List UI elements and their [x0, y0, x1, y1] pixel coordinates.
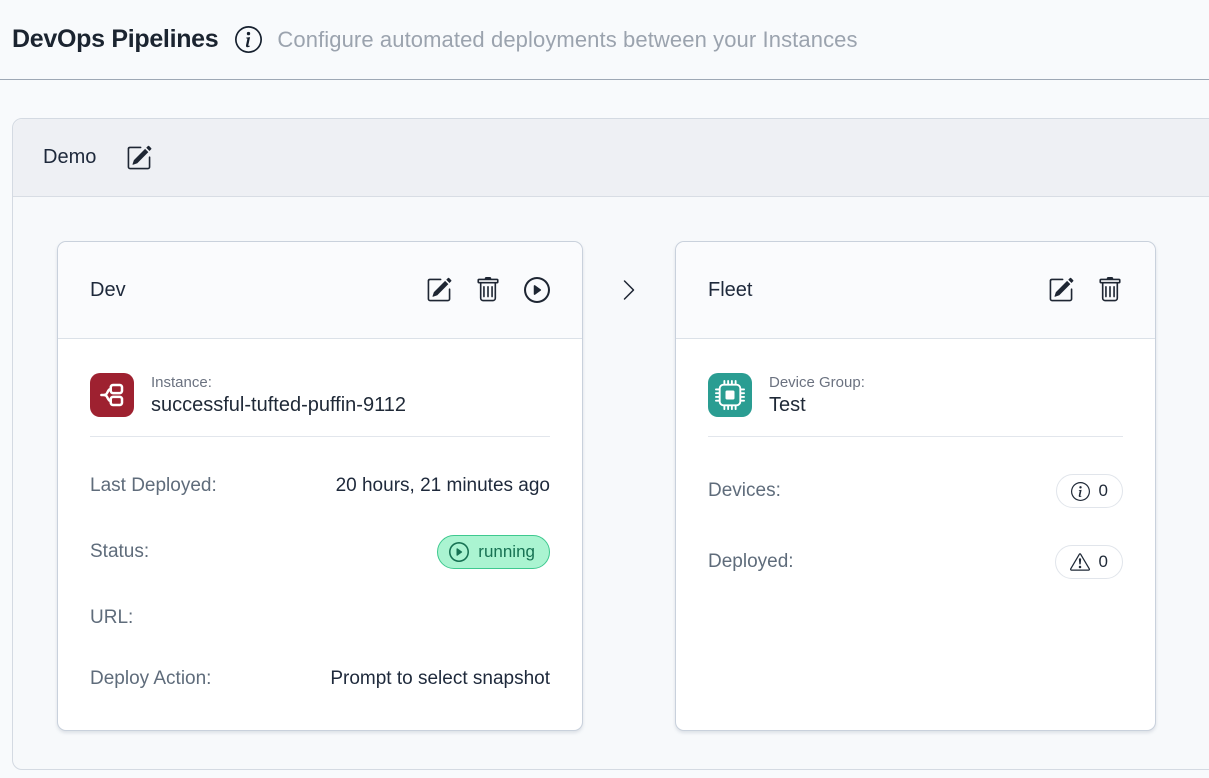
edit-pipeline-button[interactable]	[126, 145, 152, 171]
page-subtitle: Configure automated deployments between …	[277, 27, 857, 53]
status-badge-text: running	[478, 542, 535, 562]
edit-stage-button[interactable]	[1048, 277, 1074, 303]
delete-stage-button[interactable]	[1097, 277, 1123, 303]
status-label: Status:	[90, 541, 149, 563]
instance-name: successful-tufted-puffin-9112	[151, 394, 406, 417]
deployed-count: 0	[1099, 552, 1108, 572]
edit-icon	[1048, 277, 1074, 303]
stage-card-fleet: Fleet	[675, 241, 1156, 731]
trash-icon	[1097, 277, 1123, 303]
edit-icon	[126, 145, 152, 171]
stage-connector	[583, 241, 675, 302]
url-row: URL:	[90, 606, 550, 630]
deployed-count-pill[interactable]: 0	[1055, 545, 1123, 579]
url-label: URL:	[90, 607, 133, 629]
divider	[708, 436, 1123, 437]
delete-stage-button[interactable]	[475, 277, 501, 303]
status-row: Status: running	[90, 535, 550, 569]
device-group-resource-text: Device Group: Test	[769, 374, 865, 417]
edit-icon	[426, 277, 452, 303]
divider	[90, 436, 550, 437]
device-group-resource-row: Device Group: Test	[708, 373, 1123, 417]
dev-card-header: Dev	[58, 242, 582, 339]
dev-card-body: Instance: successful-tufted-puffin-9112 …	[58, 373, 582, 691]
deploy-action-value: Prompt to select snapshot	[330, 668, 550, 690]
pipeline-name: Demo	[43, 146, 96, 169]
last-deployed-row: Last Deployed: 20 hours, 21 minutes ago	[90, 474, 550, 498]
device-group-label: Device Group:	[769, 374, 865, 391]
pipeline-panel: Demo Dev	[12, 118, 1209, 770]
play-circle-icon	[449, 542, 469, 562]
trash-icon	[475, 277, 501, 303]
instance-resource-row: Instance: successful-tufted-puffin-9112	[90, 373, 550, 417]
info-circle-icon	[1071, 482, 1090, 501]
status-badge: running	[437, 535, 550, 569]
last-deployed-value: 20 hours, 21 minutes ago	[336, 475, 550, 497]
fleet-card-title: Fleet	[708, 279, 752, 302]
page-header: DevOps Pipelines Configure automated dep…	[0, 0, 1209, 80]
instance-resource-text: Instance: successful-tufted-puffin-9112	[151, 374, 406, 417]
fleet-card-header: Fleet	[676, 242, 1155, 339]
run-stage-button[interactable]	[524, 277, 550, 303]
fleet-card-body: Device Group: Test Devices: 0	[676, 373, 1155, 579]
devices-count: 0	[1099, 481, 1108, 501]
devices-label: Devices:	[708, 480, 781, 502]
deploy-action-label: Deploy Action:	[90, 668, 211, 690]
pipeline-panel-header: Demo	[13, 119, 1209, 197]
deploy-action-row: Deploy Action: Prompt to select snapshot	[90, 667, 550, 691]
deployed-row: Deployed: 0	[708, 545, 1123, 579]
warning-triangle-icon	[1070, 552, 1090, 572]
dev-card-title: Dev	[90, 279, 126, 302]
info-circle-icon[interactable]	[235, 26, 262, 53]
last-deployed-label: Last Deployed:	[90, 475, 217, 497]
cpu-chip-icon	[708, 373, 752, 417]
pipeline-stages: Dev	[13, 197, 1209, 731]
edit-stage-button[interactable]	[426, 277, 452, 303]
instance-diagram-icon	[90, 373, 134, 417]
stage-card-dev: Dev	[57, 241, 583, 731]
chevron-right-icon	[617, 278, 641, 302]
device-group-name: Test	[769, 394, 865, 417]
devices-count-pill[interactable]: 0	[1056, 474, 1123, 508]
dev-card-actions	[426, 277, 550, 303]
instance-label: Instance:	[151, 374, 406, 391]
play-circle-icon	[524, 277, 550, 303]
fleet-card-actions	[1048, 277, 1123, 303]
page-title: DevOps Pipelines	[12, 25, 218, 54]
devices-row: Devices: 0	[708, 474, 1123, 508]
deployed-label: Deployed:	[708, 551, 794, 573]
